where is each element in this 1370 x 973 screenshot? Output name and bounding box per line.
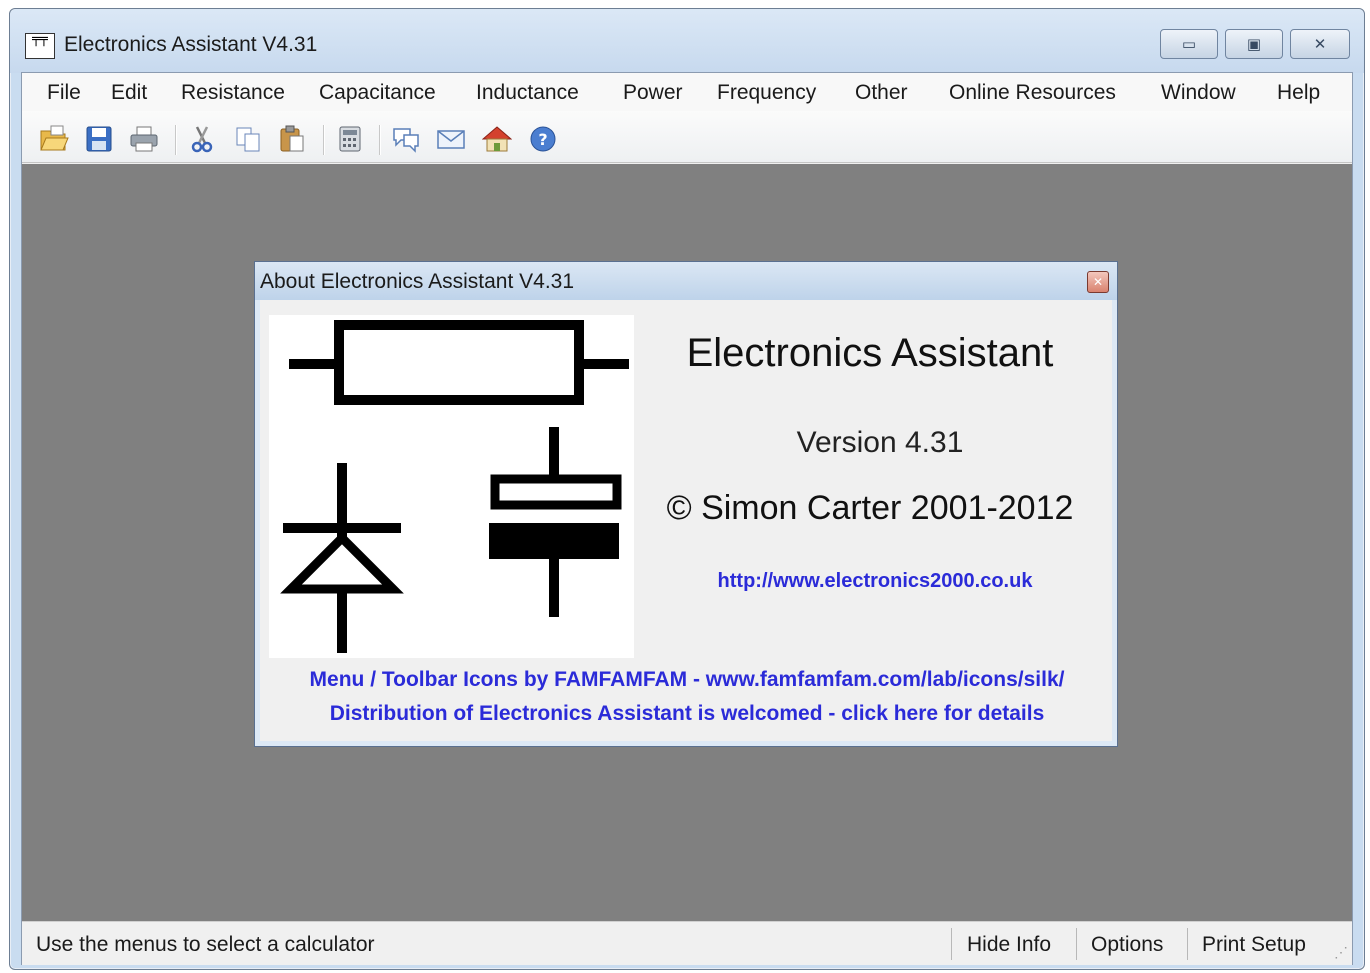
toolbar-separator <box>379 125 381 155</box>
close-icon: ✕ <box>1313 35 1327 53</box>
close-button[interactable]: ✕ <box>1290 29 1350 59</box>
home-icon[interactable] <box>481 123 513 155</box>
minimize-button[interactable]: ▭ <box>1160 29 1218 59</box>
mdi-workspace: About Electronics Assistant V4.31 ✕ Elec… <box>22 164 1352 921</box>
app-name-label: Electronics Assistant <box>686 331 1054 375</box>
app-icon[interactable]: ╤╤ <box>25 33 55 59</box>
resize-grip-icon[interactable]: ⋰ <box>1334 944 1348 961</box>
copy-icon[interactable] <box>232 123 264 155</box>
distribution-link[interactable]: Distribution of Electronics Assistant is… <box>260 702 1114 726</box>
status-separator <box>951 928 952 960</box>
copyright-label: © Simon Carter 2001-2012 <box>666 489 1074 527</box>
cut-scissors-icon[interactable] <box>186 123 218 155</box>
open-folder-icon[interactable] <box>38 123 70 155</box>
menu-power[interactable]: Power <box>619 79 687 107</box>
toolbar-separator <box>175 125 177 155</box>
hide-info-button[interactable]: Hide Info <box>967 933 1051 957</box>
close-icon: ✕ <box>1092 275 1104 289</box>
client-area: File Edit Resistance Capacitance Inducta… <box>21 72 1353 965</box>
menu-inductance[interactable]: Inductance <box>472 79 583 107</box>
status-bar: Use the menus to select a calculator Hid… <box>22 921 1352 965</box>
menu-file[interactable]: File <box>43 79 85 107</box>
menu-help[interactable]: Help <box>1273 79 1324 107</box>
options-button[interactable]: Options <box>1091 933 1163 957</box>
window-title: Electronics Assistant V4.31 <box>64 33 318 56</box>
website-link[interactable]: http://www.electronics2000.co.uk <box>670 570 1080 593</box>
toolbar: ? <box>22 111 1352 163</box>
about-dialog-title[interactable]: About Electronics Assistant V4.31 <box>255 262 1117 300</box>
menu-other[interactable]: Other <box>851 79 912 107</box>
status-separator <box>1076 928 1077 960</box>
menu-capacitance[interactable]: Capacitance <box>315 79 440 107</box>
app-window: ╤╤ Electronics Assistant V4.31 ▭ ▣ ✕ Fil… <box>9 8 1365 970</box>
help-icon[interactable]: ? <box>527 123 559 155</box>
menu-edit[interactable]: Edit <box>107 79 151 107</box>
comment-bubble-icon[interactable] <box>390 123 422 155</box>
menu-online-resources[interactable]: Online Resources <box>945 79 1120 107</box>
version-label: Version 4.31 <box>796 426 964 459</box>
electronics-symbols-logo <box>269 315 634 658</box>
menu-resistance[interactable]: Resistance <box>177 79 289 107</box>
save-disk-icon[interactable] <box>83 123 115 155</box>
maximize-icon: ▣ <box>1246 35 1262 53</box>
menu-bar: File Edit Resistance Capacitance Inducta… <box>22 73 1352 111</box>
status-text: Use the menus to select a calculator <box>36 933 375 956</box>
paste-icon[interactable] <box>276 123 308 155</box>
print-setup-button[interactable]: Print Setup <box>1202 933 1306 957</box>
email-envelope-icon[interactable] <box>435 123 467 155</box>
menu-window[interactable]: Window <box>1157 79 1240 107</box>
title-bar[interactable]: ╤╤ Electronics Assistant V4.31 ▭ ▣ ✕ <box>10 9 1364 73</box>
toolbar-separator <box>323 125 325 155</box>
about-dialog-body: Electronics Assistant Version 4.31 © Sim… <box>260 300 1112 741</box>
status-separator <box>1187 928 1188 960</box>
about-dialog: About Electronics Assistant V4.31 ✕ Elec… <box>254 261 1118 747</box>
icons-credit-link[interactable]: Menu / Toolbar Icons by FAMFAMFAM - www.… <box>260 668 1114 692</box>
calculator-icon[interactable] <box>334 123 366 155</box>
maximize-button[interactable]: ▣ <box>1225 29 1283 59</box>
svg-text:?: ? <box>538 130 547 149</box>
dialog-close-button[interactable]: ✕ <box>1087 271 1109 293</box>
menu-frequency[interactable]: Frequency <box>713 79 820 107</box>
minimize-icon: ▭ <box>1181 35 1197 53</box>
printer-icon[interactable] <box>128 123 160 155</box>
